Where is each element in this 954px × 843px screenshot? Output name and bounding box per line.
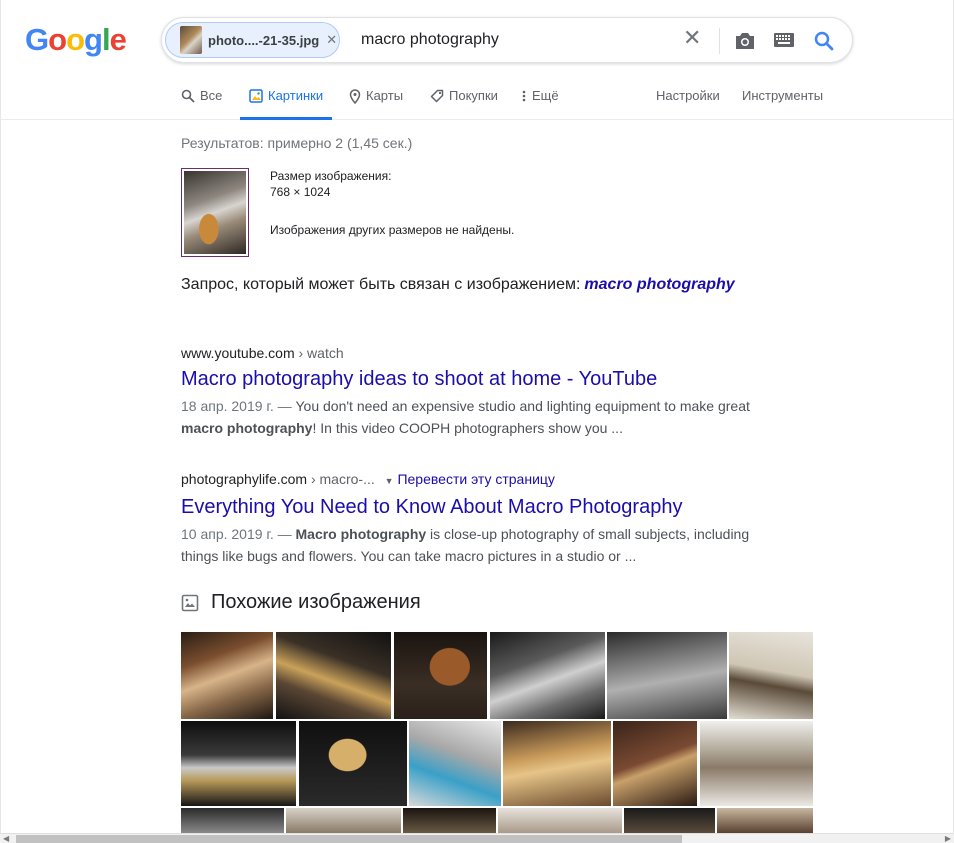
- image-query-chip[interactable]: photo....-21-35.jpg ✕: [165, 22, 340, 58]
- similar-image[interactable]: [490, 632, 605, 719]
- snippet-highlight: Macro photography: [295, 526, 427, 542]
- tag-icon: [430, 89, 444, 103]
- settings-link[interactable]: Настройки: [656, 88, 720, 120]
- tab-shopping[interactable]: Покупки: [430, 88, 498, 120]
- result-date: 10 апр. 2019 г. —: [181, 526, 296, 542]
- result-domain: www.youtube.com: [181, 345, 295, 361]
- caret-down-icon[interactable]: ▼: [385, 476, 394, 486]
- result-snippet: 18 апр. 2019 г. — You don't need an expe…: [181, 395, 771, 439]
- similar-image[interactable]: [729, 632, 813, 719]
- similar-image[interactable]: [403, 808, 496, 833]
- related-query: Запрос, который может быть связан с изоб…: [181, 276, 735, 294]
- tab-label: Карты: [366, 88, 404, 103]
- query-image: [184, 171, 246, 254]
- search-result: photographylife.com › macro-... ▼ Переве…: [181, 470, 781, 567]
- similar-image[interactable]: [181, 721, 296, 806]
- similar-image[interactable]: [498, 808, 622, 833]
- tab-more[interactable]: Ещё: [521, 88, 559, 120]
- search-divider: [719, 28, 720, 54]
- chip-thumbnail: [180, 26, 202, 54]
- similar-image[interactable]: [394, 632, 487, 719]
- other-sizes-note: Изображения других размеров не найдены.: [270, 223, 515, 237]
- tab-all[interactable]: Все: [181, 88, 222, 120]
- keyboard-icon[interactable]: [774, 33, 794, 47]
- similar-image[interactable]: [181, 808, 284, 833]
- similar-image[interactable]: [276, 632, 391, 719]
- scrollbar-thumb[interactable]: [16, 835, 682, 843]
- related-query-link[interactable]: macro photography: [584, 276, 734, 293]
- similar-image[interactable]: [503, 721, 611, 806]
- result-url[interactable]: photographylife.com › macro-... ▼ Переве…: [181, 470, 781, 490]
- chip-remove-icon[interactable]: ✕: [326, 32, 337, 48]
- snippet-text: ! In this video COOPH photographers show…: [312, 420, 623, 436]
- result-path: › macro-...: [307, 471, 375, 487]
- more-vertical-icon: [522, 90, 526, 102]
- tab-images[interactable]: Картинки: [240, 88, 333, 120]
- image-icon: [181, 594, 199, 611]
- map-pin-icon: [349, 89, 361, 104]
- search-result: www.youtube.com › watch Macro photograph…: [181, 344, 781, 439]
- result-title-link[interactable]: Macro photography ideas to shoot at home…: [181, 366, 781, 392]
- similar-image[interactable]: [286, 808, 401, 833]
- header: Google photo....-21-35.jpg ✕ macro photo…: [0, 0, 954, 120]
- chip-filename: photo....-21-35.jpg: [208, 32, 320, 48]
- query-image-thumbnail[interactable]: [181, 168, 249, 257]
- camera-icon[interactable]: [734, 31, 756, 51]
- translate-link[interactable]: Перевести эту страницу: [397, 471, 554, 487]
- image-size-value: 768 × 1024: [270, 185, 331, 199]
- google-logo[interactable]: Google: [25, 22, 127, 58]
- search-box[interactable]: photo....-21-35.jpg ✕ macro photography …: [161, 17, 853, 63]
- image-size-label: Размер изображения:: [270, 169, 392, 183]
- scroll-right-icon[interactable]: ▶: [945, 834, 951, 843]
- similar-image[interactable]: [624, 808, 715, 833]
- images-icon: [249, 89, 263, 103]
- tab-label: Ещё: [532, 88, 559, 103]
- tools-link[interactable]: Инструменты: [742, 88, 823, 120]
- horizontal-scrollbar[interactable]: ◀ ▶: [0, 833, 954, 843]
- result-snippet: 10 апр. 2019 г. — Macro photography is c…: [181, 523, 771, 567]
- scroll-left-icon[interactable]: ◀: [3, 834, 9, 843]
- similar-images-title: Похожие изображения: [211, 591, 421, 613]
- snippet-highlight: macro photography: [181, 420, 313, 436]
- similar-images-header: Похожие изображения: [181, 591, 421, 614]
- related-prefix: Запрос, который может быть связан с изоб…: [181, 276, 581, 293]
- search-input[interactable]: macro photography: [361, 31, 499, 49]
- similar-image[interactable]: [299, 721, 407, 806]
- tab-label: Картинки: [268, 88, 324, 103]
- result-stats: Результатов: примерно 2 (1,45 сек.): [181, 135, 413, 151]
- search-submit-icon[interactable]: [813, 30, 835, 52]
- tab-maps[interactable]: Карты: [349, 88, 403, 120]
- similar-image[interactable]: [717, 808, 813, 833]
- window-edge-left: [0, 0, 1, 843]
- tab-label: Все: [200, 88, 223, 103]
- similar-image[interactable]: [613, 721, 697, 806]
- result-url[interactable]: www.youtube.com › watch: [181, 344, 781, 362]
- result-title-link[interactable]: Everything You Need to Know About Macro …: [181, 494, 781, 520]
- clear-icon[interactable]: ✕: [683, 27, 701, 49]
- similar-image[interactable]: [607, 632, 727, 719]
- result-path: › watch: [294, 345, 344, 361]
- similar-image[interactable]: [700, 721, 813, 806]
- tab-label: Покупки: [449, 88, 498, 103]
- snippet-text: You don't need an expensive studio and l…: [295, 398, 750, 414]
- similar-image[interactable]: [409, 721, 501, 806]
- result-domain: photographylife.com: [181, 471, 308, 487]
- result-date: 18 апр. 2019 г. —: [181, 398, 296, 414]
- search-tabs: Все Картинки Карты Покупки Ещё Настройки…: [0, 88, 954, 120]
- search-icon: [181, 89, 195, 103]
- similar-image[interactable]: [181, 632, 273, 719]
